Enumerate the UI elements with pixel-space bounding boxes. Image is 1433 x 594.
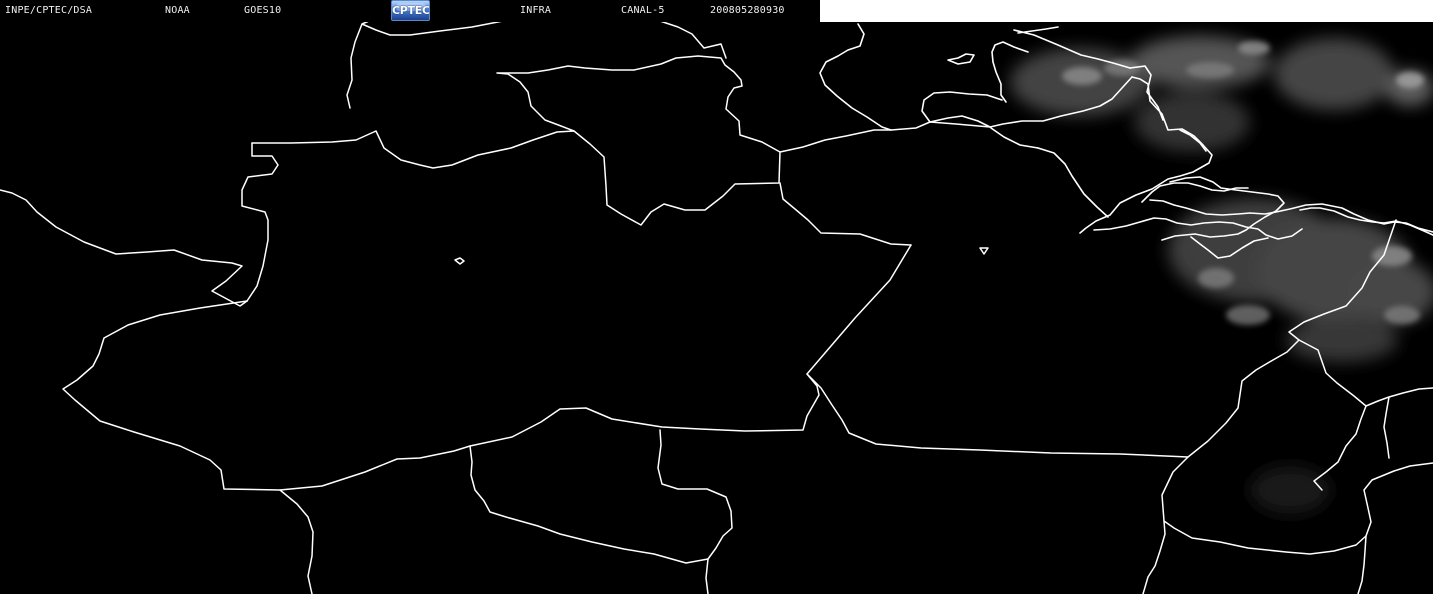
satellite-map (0, 0, 1433, 594)
map-svg (0, 0, 1433, 594)
cptec-logo-text: CPTEC (392, 4, 430, 17)
product-label: INFRA (520, 5, 552, 16)
header-white-strip (820, 0, 1433, 22)
satellite-label: GOES10 (244, 5, 282, 16)
agency-label: NOAA (165, 5, 190, 16)
channel-label: CANAL-5 (621, 5, 665, 16)
timestamp-label: 200805280930 (710, 5, 785, 16)
institution-label: INPE/CPTEC/DSA (5, 5, 93, 16)
header-bar: INPE/CPTEC/DSA NOAA GOES10 CPTEC INFRA C… (0, 0, 820, 22)
cptec-logo: CPTEC (391, 0, 430, 21)
